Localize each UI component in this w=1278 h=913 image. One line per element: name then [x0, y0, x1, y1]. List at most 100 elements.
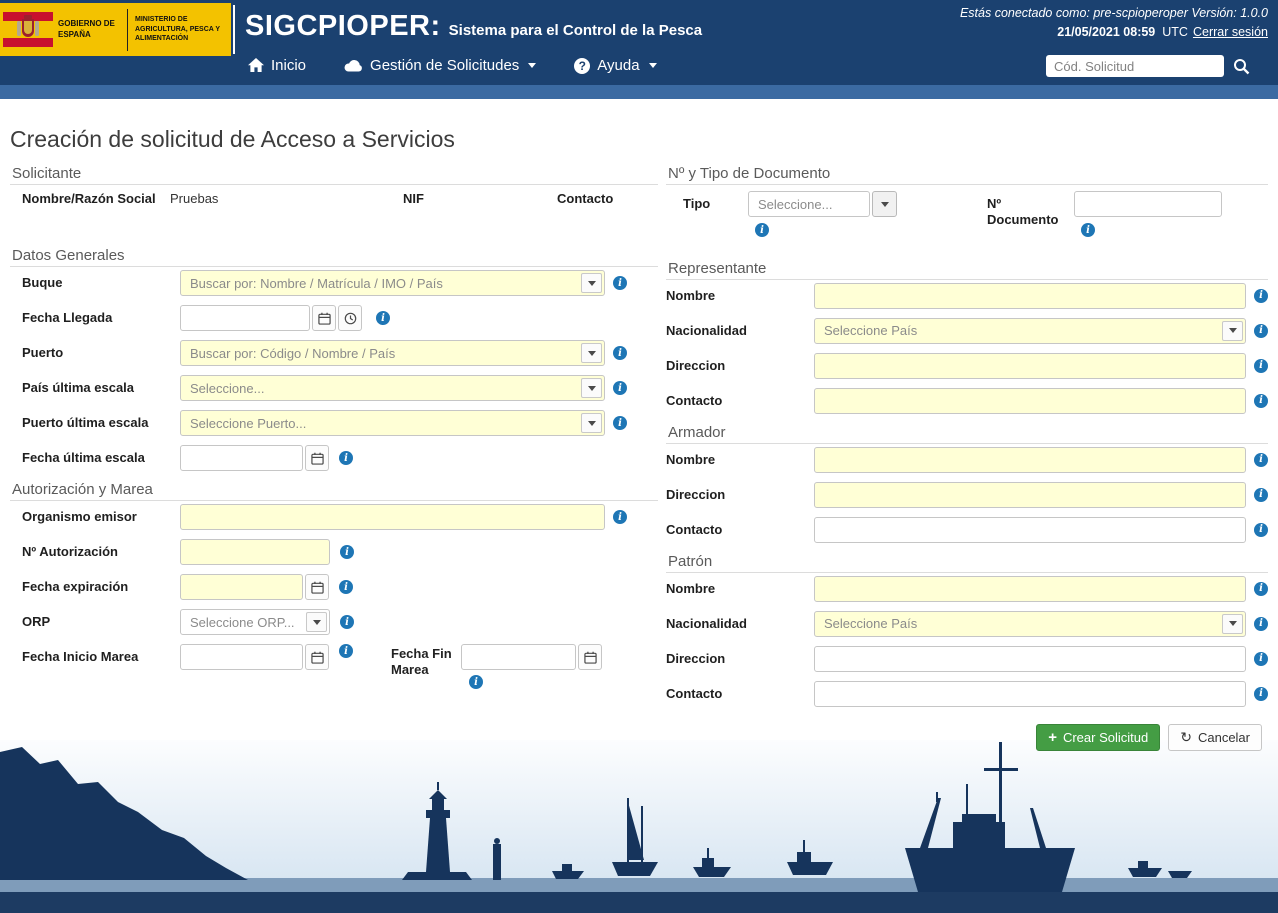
main-content: Creación de solicitud de Acceso a Servic… — [0, 99, 1278, 913]
info-icon[interactable] — [469, 675, 483, 689]
info-icon[interactable] — [376, 311, 390, 325]
info-icon[interactable] — [755, 223, 769, 237]
armador-contacto-input[interactable] — [814, 517, 1246, 543]
fecha-inicio-marea-input[interactable] — [180, 644, 303, 670]
fecha-fin-marea-label: Fecha Fin Marea — [391, 644, 461, 679]
search-icon[interactable] — [1233, 58, 1250, 75]
pais-ultima-escala-value: Seleccione... — [190, 381, 264, 396]
calendar-button[interactable] — [305, 574, 329, 600]
cloud-icon — [344, 59, 363, 72]
info-icon[interactable] — [1254, 289, 1268, 303]
patron-contacto-input[interactable] — [814, 681, 1246, 707]
nav-gestion-solicitudes[interactable]: Gestión de Solicitudes — [344, 57, 536, 74]
app-name: SIGCPIOPER: — [245, 10, 441, 42]
section-documento: Nº y Tipo de Documento — [666, 165, 1268, 185]
armador-nombre-label: Nombre — [666, 452, 814, 468]
representante-nombre-input[interactable] — [814, 283, 1246, 309]
nav-ayuda[interactable]: Ayuda — [574, 57, 656, 74]
patron-direccion-label: Direccion — [666, 651, 814, 667]
info-icon[interactable] — [1081, 223, 1095, 237]
left-column: Solicitante Nombre/Razón Social Pruebas … — [10, 165, 658, 688]
puerto-ultima-escala-value: Seleccione Puerto... — [190, 416, 306, 431]
info-icon[interactable] — [340, 615, 354, 629]
search-input[interactable] — [1046, 55, 1224, 77]
representante-nacionalidad-label: Nacionalidad — [666, 323, 814, 339]
form-row-representante-nombre: Nombre — [666, 283, 1268, 309]
numero-documento-input[interactable] — [1074, 191, 1222, 217]
cancelar-label: Cancelar — [1198, 730, 1250, 745]
section-solicitante: Solicitante — [10, 165, 658, 185]
orp-select[interactable]: Seleccione ORP... — [180, 609, 330, 635]
fecha-llegada-label: Fecha Llegada — [22, 310, 180, 326]
tipo-label: Tipo — [683, 191, 748, 212]
calendar-button[interactable] — [305, 445, 329, 471]
page-title: Creación de solicitud de Acceso a Servic… — [0, 99, 1278, 153]
pais-ultima-escala-select[interactable]: Seleccione... — [180, 375, 605, 401]
solicitud-search — [1046, 55, 1250, 77]
info-icon[interactable] — [1254, 617, 1268, 631]
fecha-ultima-escala-input[interactable] — [180, 445, 303, 471]
representante-contacto-input[interactable] — [814, 388, 1246, 414]
form-row-representante-contacto: Contacto — [666, 388, 1268, 414]
organismo-emisor-label: Organismo emisor — [22, 509, 180, 525]
patron-nombre-input[interactable] — [814, 576, 1246, 602]
info-icon[interactable] — [340, 545, 354, 559]
section-patron: Patrón — [666, 553, 1268, 573]
info-icon[interactable] — [1254, 394, 1268, 408]
representante-nacionalidad-value: Seleccione País — [824, 323, 917, 338]
calendar-button[interactable] — [305, 644, 329, 670]
crear-solicitud-button[interactable]: Crear Solicitud — [1036, 724, 1160, 751]
tipo-select-button[interactable] — [872, 191, 897, 217]
nav-inicio-label: Inicio — [271, 57, 306, 74]
info-icon[interactable] — [1254, 359, 1268, 373]
plus-icon — [1048, 730, 1057, 745]
armador-nombre-input[interactable] — [814, 447, 1246, 473]
info-icon[interactable] — [1254, 523, 1268, 537]
tipo-documento-select[interactable]: Seleccione... — [748, 191, 870, 217]
info-icon[interactable] — [1254, 652, 1268, 666]
info-icon[interactable] — [1254, 687, 1268, 701]
patron-direccion-input[interactable] — [814, 646, 1246, 672]
datetime-text: 21/05/2021 08:59 — [1057, 25, 1155, 39]
info-icon[interactable] — [339, 644, 353, 658]
header-separator — [233, 5, 235, 54]
info-icon[interactable] — [1254, 582, 1268, 596]
representante-nacionalidad-select[interactable]: Seleccione País — [814, 318, 1246, 344]
footer-harbour-illustration — [0, 740, 1278, 913]
buque-select[interactable]: Buscar por: Nombre / Matrícula / IMO / P… — [180, 270, 605, 296]
info-icon[interactable] — [613, 381, 627, 395]
representante-direccion-input[interactable] — [814, 353, 1246, 379]
info-icon[interactable] — [339, 451, 353, 465]
form-row-fecha-llegada: Fecha Llegada — [22, 305, 658, 331]
nav-inicio[interactable]: Inicio — [248, 57, 306, 74]
info-icon[interactable] — [1254, 453, 1268, 467]
info-icon[interactable] — [613, 276, 627, 290]
organismo-emisor-input[interactable] — [180, 504, 605, 530]
logout-link[interactable]: Cerrar sesión — [1193, 25, 1268, 39]
info-icon[interactable] — [339, 580, 353, 594]
info-icon[interactable] — [1254, 324, 1268, 338]
calendar-button[interactable] — [578, 644, 602, 670]
patron-nombre-label: Nombre — [666, 581, 814, 597]
cancelar-button[interactable]: Cancelar — [1168, 724, 1262, 751]
patron-nacionalidad-select[interactable]: Seleccione País — [814, 611, 1246, 637]
info-icon[interactable] — [613, 510, 627, 524]
clock-button[interactable] — [338, 305, 362, 331]
calendar-button[interactable] — [312, 305, 336, 331]
solicitante-nif-label: NIF — [403, 191, 557, 206]
info-icon[interactable] — [613, 416, 627, 430]
patron-nacionalidad-value: Seleccione País — [824, 616, 917, 631]
fecha-fin-marea-input[interactable] — [461, 644, 576, 670]
solicitante-nombre-label: Nombre/Razón Social — [22, 191, 170, 206]
help-icon — [574, 58, 590, 74]
chevron-down-icon — [581, 378, 602, 398]
chevron-down-icon — [1222, 321, 1243, 341]
num-autorizacion-input[interactable] — [180, 539, 330, 565]
info-icon[interactable] — [613, 346, 627, 360]
fecha-llegada-input[interactable] — [180, 305, 310, 331]
info-icon[interactable] — [1254, 488, 1268, 502]
fecha-expiracion-input[interactable] — [180, 574, 303, 600]
puerto-select[interactable]: Buscar por: Código / Nombre / País — [180, 340, 605, 366]
armador-direccion-input[interactable] — [814, 482, 1246, 508]
puerto-ultima-escala-select[interactable]: Seleccione Puerto... — [180, 410, 605, 436]
